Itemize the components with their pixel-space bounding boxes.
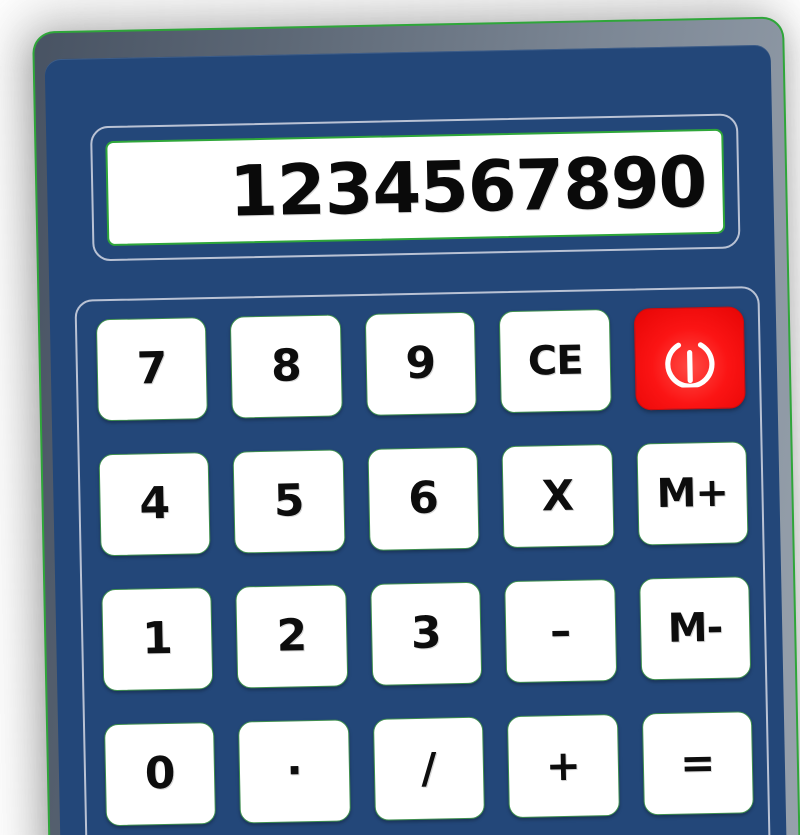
key-label: 1 bbox=[141, 612, 174, 665]
key-equals[interactable]: = bbox=[641, 711, 754, 816]
key-label: · bbox=[285, 745, 304, 797]
key-label: 9 bbox=[404, 337, 437, 390]
key-2[interactable]: 2 bbox=[235, 584, 349, 689]
key-divide[interactable]: / bbox=[372, 716, 486, 821]
calculator-window: 1234567890 7 8 9 CE 4 5 6 X M+ 1 2 3 – M- 0 · / + = bbox=[32, 16, 800, 835]
key-label: 3 bbox=[410, 607, 443, 660]
key-9[interactable]: 9 bbox=[364, 311, 478, 416]
key-label: 2 bbox=[276, 610, 308, 662]
calculator-body: 1234567890 7 8 9 CE 4 5 6 X M+ 1 2 3 – M- 0 · / + = bbox=[44, 44, 788, 835]
key-7[interactable]: 7 bbox=[95, 317, 209, 422]
key-label: + bbox=[545, 740, 582, 791]
keypad-frame: 7 8 9 CE 4 5 6 X M+ 1 2 3 – M- 0 · / + = bbox=[74, 286, 773, 835]
key-label: = bbox=[679, 737, 716, 788]
key-power[interactable] bbox=[633, 306, 746, 411]
key-0[interactable]: 0 bbox=[103, 722, 217, 827]
key-label: CE bbox=[527, 337, 583, 385]
calculator-screen: 1234567890 7 8 9 CE 4 5 6 X M+ 1 2 3 – M- 0 · / + = bbox=[0, 0, 800, 835]
key-label: 5 bbox=[273, 475, 305, 527]
key-6[interactable]: 6 bbox=[367, 446, 480, 551]
key-multiply[interactable]: X bbox=[501, 443, 615, 549]
key-label: M- bbox=[667, 604, 723, 652]
key-label: / bbox=[420, 743, 438, 793]
key-label: M+ bbox=[656, 469, 729, 518]
key-mem-add[interactable]: M+ bbox=[636, 441, 749, 546]
key-label: 0 bbox=[144, 747, 177, 800]
key-decimal[interactable]: · bbox=[238, 719, 351, 824]
key-3[interactable]: 3 bbox=[370, 581, 483, 686]
key-add[interactable]: + bbox=[507, 713, 620, 819]
key-subtract[interactable]: – bbox=[504, 578, 617, 684]
key-8[interactable]: 8 bbox=[230, 314, 343, 419]
key-clear[interactable]: CE bbox=[498, 309, 612, 414]
keypad-grid: 7 8 9 CE 4 5 6 X M+ 1 2 3 – M- 0 · / + = bbox=[95, 306, 757, 835]
window-chrome: 1234567890 7 8 9 CE 4 5 6 X M+ 1 2 3 – M- 0 · / + = bbox=[34, 18, 800, 835]
key-5[interactable]: 5 bbox=[232, 449, 346, 554]
key-label: X bbox=[541, 470, 575, 521]
display-screen[interactable]: 1234567890 bbox=[105, 128, 726, 247]
key-1[interactable]: 1 bbox=[101, 587, 214, 692]
display-value: 1234567890 bbox=[228, 140, 708, 233]
key-label: 4 bbox=[138, 477, 171, 530]
key-label: – bbox=[549, 605, 572, 656]
key-label: 7 bbox=[136, 342, 168, 395]
display-frame: 1234567890 bbox=[89, 113, 741, 262]
key-label: 6 bbox=[407, 472, 440, 525]
key-4[interactable]: 4 bbox=[98, 452, 211, 557]
key-mem-sub[interactable]: M- bbox=[638, 576, 752, 681]
key-label: 8 bbox=[270, 340, 303, 392]
power-icon bbox=[660, 329, 719, 388]
